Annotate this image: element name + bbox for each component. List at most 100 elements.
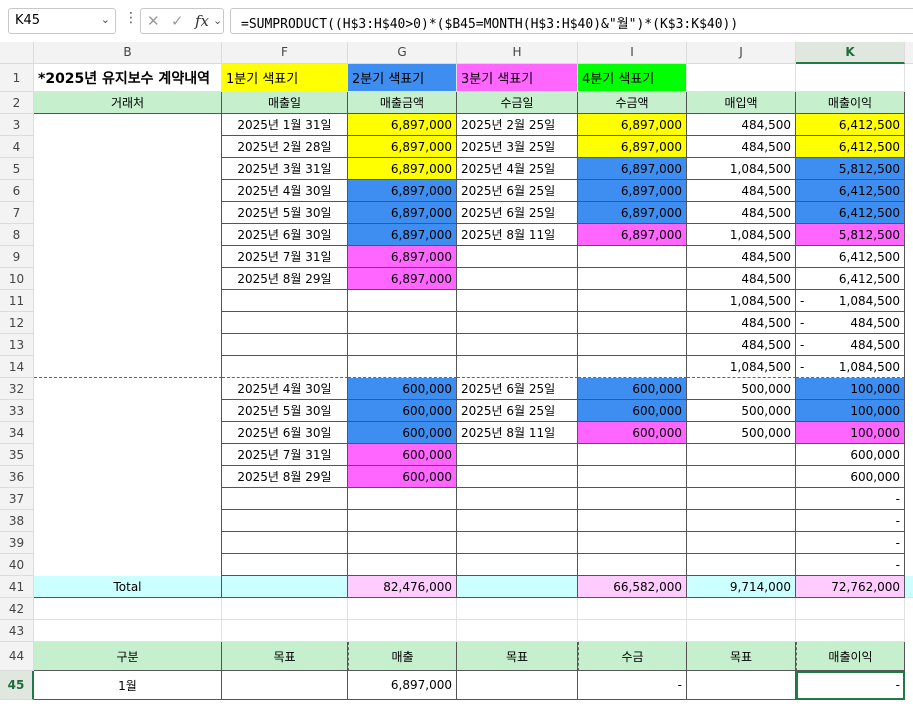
cell-k-profit[interactable]: 6,412,500	[796, 180, 905, 202]
cell-h-collection-date[interactable]	[457, 312, 578, 334]
cell-k-profit[interactable]: 6,412,500	[796, 202, 905, 224]
cell-k[interactable]	[796, 598, 905, 620]
row-header-39[interactable]: 39	[0, 532, 34, 554]
cell-k-profit[interactable]: - 484,500	[796, 312, 905, 334]
cell-h[interactable]	[457, 620, 578, 642]
cell-i[interactable]	[578, 598, 687, 620]
cell-b-client[interactable]	[34, 202, 222, 224]
cell-j-purchase[interactable]: 484,500	[687, 114, 796, 136]
cell-h-collection-date[interactable]	[457, 334, 578, 356]
cell-j-purchase[interactable]: 1,084,500	[687, 158, 796, 180]
cell-j-purchase[interactable]: 484,500	[687, 202, 796, 224]
cell-i-collection-amount[interactable]: 6,897,000	[578, 158, 687, 180]
cell-j[interactable]	[687, 598, 796, 620]
cell-b-client[interactable]	[34, 466, 222, 488]
cell-i-collection-amount[interactable]	[578, 356, 687, 378]
cell-k-profit[interactable]: 6,412,500	[796, 114, 905, 136]
cell-b-client[interactable]	[34, 114, 222, 136]
cell-b-client[interactable]	[34, 158, 222, 180]
summary-header-k[interactable]: 매출이익	[796, 642, 905, 671]
cell-h-collection-date[interactable]	[457, 268, 578, 290]
cell-g-sales-amount[interactable]: 600,000	[348, 466, 457, 488]
cell-f-sales-date[interactable]: 2025년 5월 30일	[222, 202, 348, 224]
cell-g-sales-amount[interactable]: 6,897,000	[348, 180, 457, 202]
column-title-h[interactable]: 수금일	[457, 92, 578, 114]
summary-target-sales[interactable]	[222, 671, 348, 700]
cell-j-purchase[interactable]	[687, 532, 796, 554]
cell-h-collection-date[interactable]	[457, 532, 578, 554]
cell-h-collection-date[interactable]	[457, 488, 578, 510]
row-header-1[interactable]: 1	[0, 64, 34, 92]
row-header-5[interactable]: 5	[0, 158, 34, 180]
summary-collection[interactable]: -	[578, 671, 687, 700]
cell-h-collection-date[interactable]	[457, 246, 578, 268]
row-header-11[interactable]: 11	[0, 290, 34, 312]
row-header-43[interactable]: 43	[0, 620, 34, 642]
cell-h-collection-date[interactable]: 2025년 4월 25일	[457, 158, 578, 180]
row-header-2[interactable]: 2	[0, 92, 34, 114]
summary-month[interactable]: 1월	[34, 671, 222, 700]
cell-i-collection-amount[interactable]	[578, 334, 687, 356]
row-header-40[interactable]: 40	[0, 554, 34, 576]
cell-j-purchase[interactable]: 1,084,500	[687, 356, 796, 378]
cell-b-client[interactable]	[34, 488, 222, 510]
cancel-icon[interactable]: ✕	[147, 12, 160, 30]
cell-k[interactable]	[796, 64, 905, 92]
cell-h-collection-date[interactable]	[457, 290, 578, 312]
cell-i-collection-amount[interactable]	[578, 510, 687, 532]
row-header-10[interactable]: 10	[0, 268, 34, 290]
cell-f-sales-date[interactable]: 2025년 4월 30일	[222, 180, 348, 202]
cell-h-collection-date[interactable]: 2025년 6월 25일	[457, 202, 578, 224]
cell-j-purchase[interactable]	[687, 466, 796, 488]
cell-g-sales-amount[interactable]: 6,897,000	[348, 202, 457, 224]
cell-g-sales-amount[interactable]	[348, 554, 457, 576]
column-title-i[interactable]: 수금액	[578, 92, 687, 114]
column-title-g[interactable]: 매출금액	[348, 92, 457, 114]
legend-q1[interactable]: 1분기 색표기	[222, 64, 348, 92]
cell-k-profit[interactable]: 100,000	[796, 378, 905, 400]
cell-i-collection-amount[interactable]: 6,897,000	[578, 224, 687, 246]
cell-b-client[interactable]	[34, 180, 222, 202]
formula-input[interactable]: =SUMPRODUCT((H$3:H$40>0)*($B45=MONTH(H$3…	[230, 8, 913, 34]
cell-g-sales-amount[interactable]: 600,000	[348, 400, 457, 422]
cell-g-sales-amount[interactable]: 6,897,000	[348, 224, 457, 246]
cell-j-purchase[interactable]	[687, 444, 796, 466]
chevron-down-icon[interactable]: ⌄	[213, 14, 222, 27]
more-options-icon[interactable]: ⋮	[124, 10, 138, 26]
cell-k-profit[interactable]: 600,000	[796, 444, 905, 466]
cell-b-client[interactable]	[34, 334, 222, 356]
total-label[interactable]: Total	[34, 576, 222, 598]
cell-j-purchase[interactable]: 484,500	[687, 312, 796, 334]
column-title-f[interactable]: 매출일	[222, 92, 348, 114]
total-sales[interactable]: 82,476,000	[348, 576, 457, 598]
total-collection[interactable]: 66,582,000	[578, 576, 687, 598]
cell-j-purchase[interactable]: 1,084,500	[687, 290, 796, 312]
cell-j[interactable]	[687, 64, 796, 92]
cell-b-client[interactable]	[34, 356, 222, 378]
total-h[interactable]	[457, 576, 578, 598]
summary-profit-selected-cell[interactable]: -	[796, 671, 905, 700]
row-header-38[interactable]: 38	[0, 510, 34, 532]
cell-f-sales-date[interactable]: 2025년 4월 30일	[222, 378, 348, 400]
cell-i-collection-amount[interactable]: 6,897,000	[578, 180, 687, 202]
cell-j-purchase[interactable]: 484,500	[687, 268, 796, 290]
cell-i-collection-amount[interactable]: 600,000	[578, 378, 687, 400]
row-header-4[interactable]: 4	[0, 136, 34, 158]
cell-b[interactable]	[34, 620, 222, 642]
cell-f-sales-date[interactable]	[222, 334, 348, 356]
cell-f-sales-date[interactable]: 2025년 1월 31일	[222, 114, 348, 136]
sheet-title[interactable]: *2025년 유지보수 계약내역	[34, 64, 222, 92]
cell-h-collection-date[interactable]	[457, 554, 578, 576]
insert-function-icon[interactable]: fx	[195, 12, 209, 30]
summary-target-collection[interactable]	[457, 671, 578, 700]
cell-i-collection-amount[interactable]: 6,897,000	[578, 202, 687, 224]
column-header-g[interactable]: G	[348, 42, 457, 64]
column-header-k[interactable]: K	[796, 42, 905, 64]
cell-h-collection-date[interactable]: 2025년 8월 11일	[457, 224, 578, 246]
column-header-b[interactable]: B	[34, 42, 222, 64]
cell-h-collection-date[interactable]: 2025년 2월 25일	[457, 114, 578, 136]
cell-g-sales-amount[interactable]: 6,897,000	[348, 114, 457, 136]
cell-j-purchase[interactable]: 484,500	[687, 180, 796, 202]
legend-q2[interactable]: 2분기 색표기	[348, 64, 457, 92]
summary-header-j[interactable]: 목표	[687, 642, 796, 671]
